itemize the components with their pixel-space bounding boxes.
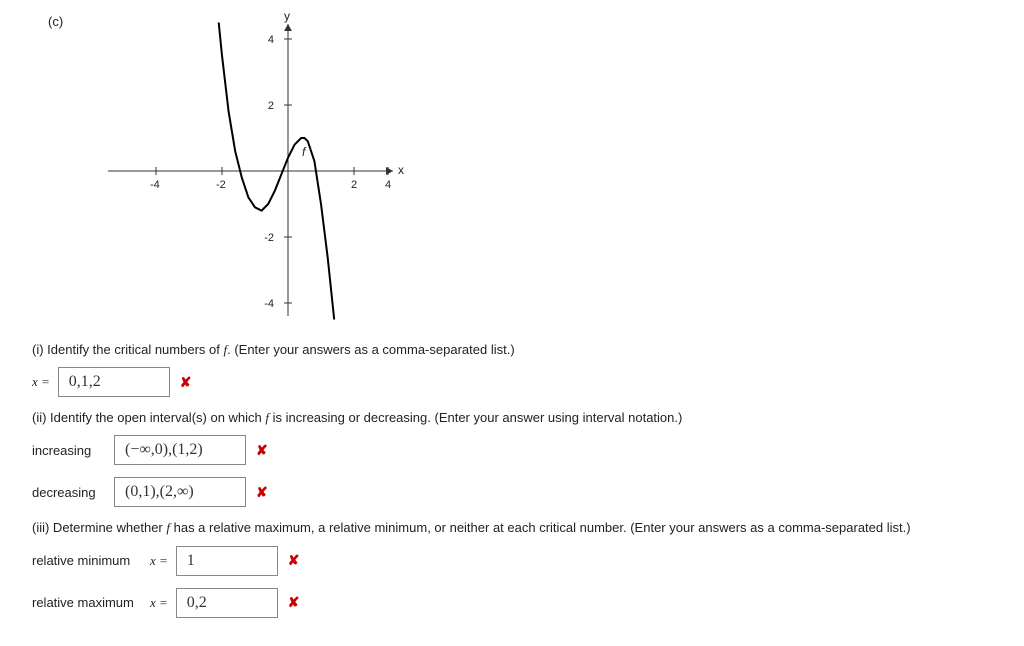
- q2-prompt-pre: (ii) Identify the open interval(s) on wh…: [32, 410, 265, 425]
- q3-prompt-post: has a relative maximum, a relative minim…: [170, 520, 911, 535]
- y-tick-label: -2: [264, 232, 274, 244]
- q3-var-label-min: x =: [150, 553, 168, 569]
- increasing-answer-input[interactable]: (−∞,0),(1,2): [114, 435, 246, 465]
- q1-prompt-pre: (i) Identify the critical numbers of: [32, 342, 223, 357]
- q1-prompt: (i) Identify the critical numbers of f. …: [32, 341, 992, 359]
- curve-plot: x y -4 -2 2 4 4 2 -2 -4 f ': [88, 16, 408, 326]
- relmax-label: relative maximum: [32, 595, 142, 610]
- x-axis-arrow-icon: [386, 167, 393, 175]
- x-tick-label: -2: [216, 179, 226, 191]
- relmin-label: relative minimum: [32, 553, 142, 568]
- q3-var-label-max: x =: [150, 595, 168, 611]
- x-tick-label: 2: [351, 179, 357, 191]
- y-tick-label: 4: [268, 34, 274, 46]
- q2-prompt: (ii) Identify the open interval(s) on wh…: [32, 409, 992, 427]
- y-axis-label: y: [284, 9, 290, 23]
- y-axis-arrow-icon: [284, 24, 292, 31]
- x-tick-label: -4: [150, 179, 160, 191]
- x-tick-label: 4: [385, 179, 391, 191]
- increasing-label: increasing: [32, 443, 106, 458]
- graph-container: x y -4 -2 2 4 4 2 -2 -4 f ': [88, 16, 992, 329]
- x-axis-label: x: [398, 163, 404, 177]
- wrong-icon: ✘: [254, 442, 268, 459]
- wrong-icon: ✘: [254, 484, 268, 501]
- wrong-icon: ✘: [178, 374, 192, 391]
- q3-prompt-pre: (iii) Determine whether: [32, 520, 166, 535]
- y-tick-label: 2: [268, 100, 274, 112]
- relmin-answer-input[interactable]: 1: [176, 546, 278, 576]
- wrong-icon: ✘: [286, 552, 300, 569]
- q2-prompt-post: is increasing or decreasing. (Enter your…: [269, 410, 682, 425]
- y-tick-label: -4: [264, 298, 274, 310]
- wrong-icon: ✘: [286, 594, 300, 611]
- q1-var-label: x =: [32, 374, 50, 390]
- q1-answer-input[interactable]: 0,1,2: [58, 367, 170, 397]
- decreasing-answer-input[interactable]: (0,1),(2,∞): [114, 477, 246, 507]
- part-label: (c): [48, 14, 63, 29]
- relmax-answer-input[interactable]: 0,2: [176, 588, 278, 618]
- q1-prompt-post: . (Enter your answers as a comma-separat…: [227, 342, 515, 357]
- q3-prompt: (iii) Determine whether f has a relative…: [32, 519, 992, 537]
- decreasing-label: decreasing: [32, 485, 106, 500]
- curve-label: f ': [302, 145, 312, 159]
